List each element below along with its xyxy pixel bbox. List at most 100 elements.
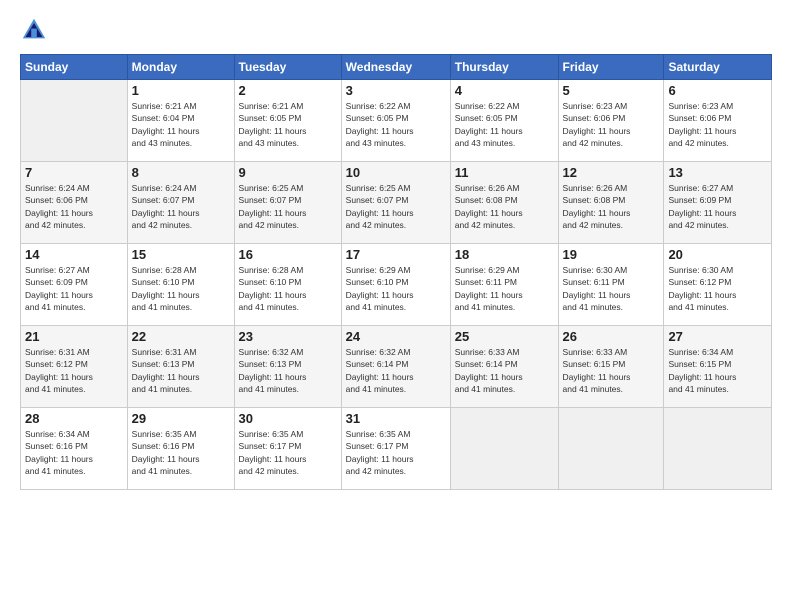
calendar-cell: 12 Sunrise: 6:26 AM Sunset: 6:08 PM Dayli… [558,162,664,244]
day-number: 14 [25,247,123,262]
day-info: Sunrise: 6:30 AM Sunset: 6:11 PM Dayligh… [563,264,660,313]
day-info: Sunrise: 6:26 AM Sunset: 6:08 PM Dayligh… [563,182,660,231]
calendar-cell: 16 Sunrise: 6:28 AM Sunset: 6:10 PM Dayli… [234,244,341,326]
weekday-monday: Monday [127,55,234,80]
calendar-cell [450,408,558,490]
day-number: 16 [239,247,337,262]
weekday-saturday: Saturday [664,55,772,80]
calendar-cell: 28Sunrise: 6:34 AM Sunset: 6:16 PM Dayli… [21,408,128,490]
weekday-wednesday: Wednesday [341,55,450,80]
day-number: 6 [668,83,767,98]
calendar-cell: 18Sunrise: 6:29 AM Sunset: 6:11 PM Dayli… [450,244,558,326]
page: SundayMondayTuesdayWednesdayThursdayFrid… [0,0,792,612]
calendar-cell: 25Sunrise: 6:33 AM Sunset: 6:14 PM Dayli… [450,326,558,408]
day-number: 26 [563,329,660,344]
day-info: Sunrise: 6:27 AM Sunset: 6:09 PM Dayligh… [25,264,123,313]
calendar-header: SundayMondayTuesdayWednesdayThursdayFrid… [21,55,772,80]
day-number: 8 [132,165,230,180]
day-number: 20 [668,247,767,262]
calendar-cell: 1 Sunrise: 6:21 AM Sunset: 6:04 PM Daylig… [127,80,234,162]
calendar-cell [558,408,664,490]
day-info: Sunrise: 6:35 AM Sunset: 6:16 PM Dayligh… [132,428,230,477]
day-number: 17 [346,247,446,262]
calendar-cell [21,80,128,162]
weekday-thursday: Thursday [450,55,558,80]
day-info: Sunrise: 6:34 AM Sunset: 6:15 PM Dayligh… [668,346,767,395]
day-number: 4 [455,83,554,98]
day-info: Sunrise: 6:21 AM Sunset: 6:05 PM Dayligh… [239,100,337,149]
day-number: 12 [563,165,660,180]
day-info: Sunrise: 6:25 AM Sunset: 6:07 PM Dayligh… [346,182,446,231]
day-number: 28 [25,411,123,426]
week-row-3: 14 Sunrise: 6:27 AM Sunset: 6:09 PM Dayli… [21,244,772,326]
day-info: Sunrise: 6:31 AM Sunset: 6:13 PM Dayligh… [132,346,230,395]
day-info: Sunrise: 6:29 AM Sunset: 6:10 PM Dayligh… [346,264,446,313]
calendar-cell: 19 Sunrise: 6:30 AM Sunset: 6:11 PM Dayli… [558,244,664,326]
header [20,16,772,44]
day-info: Sunrise: 6:26 AM Sunset: 6:08 PM Dayligh… [455,182,554,231]
day-info: Sunrise: 6:24 AM Sunset: 6:07 PM Dayligh… [132,182,230,231]
calendar-cell: 17 Sunrise: 6:29 AM Sunset: 6:10 PM Dayli… [341,244,450,326]
calendar-cell: 22 Sunrise: 6:31 AM Sunset: 6:13 PM Dayli… [127,326,234,408]
day-number: 23 [239,329,337,344]
day-number: 24 [346,329,446,344]
day-number: 19 [563,247,660,262]
calendar-cell: 31 Sunrise: 6:35 AM Sunset: 6:17 PM Dayli… [341,408,450,490]
day-number: 2 [239,83,337,98]
calendar-cell: 14 Sunrise: 6:27 AM Sunset: 6:09 PM Dayli… [21,244,128,326]
weekday-row: SundayMondayTuesdayWednesdayThursdayFrid… [21,55,772,80]
week-row-5: 28Sunrise: 6:34 AM Sunset: 6:16 PM Dayli… [21,408,772,490]
logo-icon [20,16,48,44]
day-info: Sunrise: 6:27 AM Sunset: 6:09 PM Dayligh… [668,182,767,231]
day-info: Sunrise: 6:25 AM Sunset: 6:07 PM Dayligh… [239,182,337,231]
calendar-cell: 4Sunrise: 6:22 AM Sunset: 6:05 PM Daylig… [450,80,558,162]
calendar-cell: 15 Sunrise: 6:28 AM Sunset: 6:10 PM Dayli… [127,244,234,326]
day-info: Sunrise: 6:35 AM Sunset: 6:17 PM Dayligh… [346,428,446,477]
day-number: 11 [455,165,554,180]
day-info: Sunrise: 6:30 AM Sunset: 6:12 PM Dayligh… [668,264,767,313]
day-info: Sunrise: 6:32 AM Sunset: 6:14 PM Dayligh… [346,346,446,395]
calendar-cell: 24 Sunrise: 6:32 AM Sunset: 6:14 PM Dayli… [341,326,450,408]
weekday-sunday: Sunday [21,55,128,80]
weekday-friday: Friday [558,55,664,80]
day-number: 21 [25,329,123,344]
day-info: Sunrise: 6:32 AM Sunset: 6:13 PM Dayligh… [239,346,337,395]
day-number: 25 [455,329,554,344]
calendar-cell: 20 Sunrise: 6:30 AM Sunset: 6:12 PM Dayli… [664,244,772,326]
day-number: 29 [132,411,230,426]
day-info: Sunrise: 6:23 AM Sunset: 6:06 PM Dayligh… [668,100,767,149]
calendar-cell: 3 Sunrise: 6:22 AM Sunset: 6:05 PM Daylig… [341,80,450,162]
day-info: Sunrise: 6:29 AM Sunset: 6:11 PM Dayligh… [455,264,554,313]
calendar-cell: 29 Sunrise: 6:35 AM Sunset: 6:16 PM Dayli… [127,408,234,490]
calendar-cell: 9 Sunrise: 6:25 AM Sunset: 6:07 PM Daylig… [234,162,341,244]
day-number: 1 [132,83,230,98]
day-info: Sunrise: 6:22 AM Sunset: 6:05 PM Dayligh… [346,100,446,149]
calendar-cell: 30Sunrise: 6:35 AM Sunset: 6:17 PM Dayli… [234,408,341,490]
day-info: Sunrise: 6:24 AM Sunset: 6:06 PM Dayligh… [25,182,123,231]
calendar-cell: 23 Sunrise: 6:32 AM Sunset: 6:13 PM Dayli… [234,326,341,408]
day-info: Sunrise: 6:31 AM Sunset: 6:12 PM Dayligh… [25,346,123,395]
day-info: Sunrise: 6:35 AM Sunset: 6:17 PM Dayligh… [239,428,337,477]
calendar-cell: 27Sunrise: 6:34 AM Sunset: 6:15 PM Dayli… [664,326,772,408]
day-number: 31 [346,411,446,426]
day-info: Sunrise: 6:23 AM Sunset: 6:06 PM Dayligh… [563,100,660,149]
day-info: Sunrise: 6:28 AM Sunset: 6:10 PM Dayligh… [132,264,230,313]
calendar-body: 1 Sunrise: 6:21 AM Sunset: 6:04 PM Daylig… [21,80,772,490]
day-info: Sunrise: 6:28 AM Sunset: 6:10 PM Dayligh… [239,264,337,313]
calendar-cell: 8 Sunrise: 6:24 AM Sunset: 6:07 PM Daylig… [127,162,234,244]
calendar-cell: 2 Sunrise: 6:21 AM Sunset: 6:05 PM Daylig… [234,80,341,162]
calendar-cell: 11 Sunrise: 6:26 AM Sunset: 6:08 PM Dayli… [450,162,558,244]
day-number: 15 [132,247,230,262]
weekday-tuesday: Tuesday [234,55,341,80]
calendar-cell: 5Sunrise: 6:23 AM Sunset: 6:06 PM Daylig… [558,80,664,162]
day-info: Sunrise: 6:21 AM Sunset: 6:04 PM Dayligh… [132,100,230,149]
week-row-2: 7Sunrise: 6:24 AM Sunset: 6:06 PM Daylig… [21,162,772,244]
day-info: Sunrise: 6:33 AM Sunset: 6:15 PM Dayligh… [563,346,660,395]
day-number: 3 [346,83,446,98]
calendar-cell [664,408,772,490]
week-row-4: 21 Sunrise: 6:31 AM Sunset: 6:12 PM Dayli… [21,326,772,408]
day-number: 9 [239,165,337,180]
calendar-cell: 26 Sunrise: 6:33 AM Sunset: 6:15 PM Dayli… [558,326,664,408]
calendar-table: SundayMondayTuesdayWednesdayThursdayFrid… [20,54,772,490]
day-number: 22 [132,329,230,344]
